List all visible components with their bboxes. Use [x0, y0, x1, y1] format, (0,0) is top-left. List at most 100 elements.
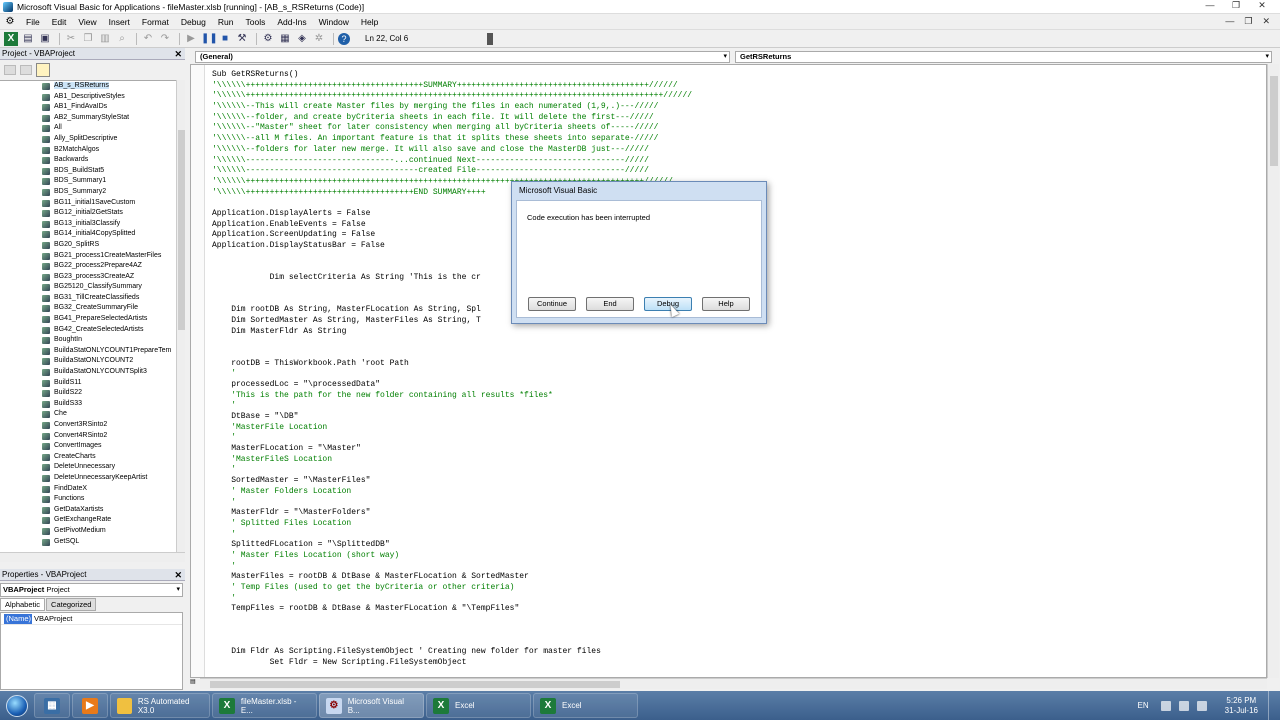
break-icon[interactable]: ❚❚ [201, 32, 218, 46]
property-row[interactable]: (Name) VBAProject [1, 613, 182, 625]
project-explorer-icon[interactable]: ⚙ [261, 32, 275, 46]
show-desktop-button[interactable] [1268, 691, 1280, 720]
code-comment-line[interactable]: '\\\\\\--all M files. An important featu… [212, 134, 692, 145]
menu-help[interactable]: Help [355, 17, 384, 27]
menu-format[interactable]: Format [136, 17, 175, 27]
code-comment-line[interactable]: ' Master Folders Location [212, 487, 692, 498]
project-module-item[interactable]: BuildaStatONLYCOUNT2 [0, 356, 176, 367]
cut-icon[interactable]: ✂ [64, 32, 78, 46]
reset-icon[interactable]: ■ [218, 32, 232, 46]
project-module-item[interactable]: AB1_FindAvaIDs [0, 102, 176, 113]
project-module-item[interactable]: FindDateX [0, 484, 176, 495]
code-line[interactable]: SplittedFLocation = "\SplittedDB" [212, 540, 692, 551]
code-line[interactable]: MasterFLocation = "\Master" [212, 444, 692, 455]
code-line[interactable]: TempFiles = rootDB & DtBase & MasterFLoc… [212, 604, 692, 615]
taskbar-pinned-app[interactable]: ▶ [72, 693, 108, 718]
code-horizontal-scrollbar[interactable] [200, 678, 1267, 689]
code-comment-line[interactable]: ' [212, 594, 692, 605]
continue-button[interactable]: Continue [528, 297, 576, 311]
code-comment-line[interactable]: '\\\\\\+++++++++++++++++++++++++++++++++… [212, 81, 692, 92]
menu-tools[interactable]: Tools [239, 17, 271, 27]
project-module-item[interactable]: BG22_process2Prepare4AZ [0, 261, 176, 272]
code-line[interactable]: Set Fldr = New Scripting.FileSystemObjec… [212, 658, 692, 669]
code-comment-line[interactable]: '\\\\\\--This will create Master files b… [212, 102, 692, 113]
language-indicator[interactable]: EN [1138, 701, 1149, 710]
procedure-combo[interactable]: GetRSReturns ▾ [735, 51, 1272, 63]
tray-arrow-icon[interactable] [1160, 700, 1171, 711]
project-module-item[interactable]: BDS_Summary2 [0, 187, 176, 198]
paste-icon[interactable]: ▥ [98, 32, 112, 46]
undo-icon[interactable]: ↶ [141, 32, 155, 46]
code-line[interactable] [212, 615, 692, 626]
close-icon[interactable]: ✕ [174, 569, 182, 581]
code-comment-line[interactable]: ' Master Files Location (short way) [212, 551, 692, 562]
project-module-item[interactable]: BuildS11 [0, 378, 176, 389]
project-module-item[interactable]: Backwards [0, 155, 176, 166]
project-module-item[interactable]: BG12_initial2GetStats [0, 208, 176, 219]
view-mode-buttons[interactable]: ▤ [190, 678, 200, 689]
project-module-item[interactable]: BG20_SplitRS [0, 240, 176, 251]
project-module-item[interactable]: DeleteUnnecessaryKeepArtist [0, 473, 176, 484]
mdi-close-button[interactable]: ✕ [1262, 16, 1270, 27]
code-line[interactable] [212, 337, 692, 348]
project-module-item[interactable]: BDS_Summary1 [0, 176, 176, 187]
code-comment-line[interactable]: ' Temp Files (used to get the byCriteria… [212, 583, 692, 594]
project-module-item[interactable]: GetPivotMedium [0, 526, 176, 537]
code-line[interactable] [212, 348, 692, 359]
code-line[interactable]: rootDB = ThisWorkbook.Path 'root Path [212, 359, 692, 370]
clock[interactable]: 5:26 PM 31-Jul-16 [1225, 696, 1258, 716]
chevron-down-icon[interactable]: ▾ [176, 584, 180, 596]
mdi-restore-button[interactable]: ❐ [1244, 16, 1252, 27]
project-module-item[interactable]: CreateCharts [0, 452, 176, 463]
volume-icon[interactable] [1196, 700, 1207, 711]
code-comment-line[interactable]: ' [212, 401, 692, 412]
code-line[interactable]: Sub GetRSReturns() [212, 70, 692, 81]
code-line[interactable]: Dim Fldr As Scripting.FileSystemObject '… [212, 647, 692, 658]
project-module-item[interactable]: Che [0, 409, 176, 420]
menu-add-ins[interactable]: Add-Ins [271, 17, 312, 27]
code-comment-line[interactable]: ' [212, 465, 692, 476]
close-icon[interactable]: ✕ [174, 48, 182, 60]
design-mode-icon[interactable]: ⚒ [235, 32, 249, 46]
save-icon[interactable]: ▣ [38, 32, 52, 46]
project-module-item[interactable]: BG11_initial1SaveCustom [0, 198, 176, 209]
project-module-item[interactable]: AB1_DescriptiveStyles [0, 92, 176, 103]
run-icon[interactable]: ▶ [184, 32, 198, 46]
property-value[interactable]: VBAProject [32, 613, 72, 624]
project-module-item[interactable]: BG14_initial4CopySplitted [0, 229, 176, 240]
close-button[interactable]: ✕ [1254, 0, 1270, 11]
code-comment-line[interactable]: 'MasterFileS Location [212, 455, 692, 466]
taskbar-pinned-app[interactable]: ▦ [34, 693, 70, 718]
insert-module-icon[interactable]: ▤ [21, 32, 35, 46]
project-module-item[interactable]: BuildaStatONLYCOUNTSplit3 [0, 367, 176, 378]
project-module-item[interactable]: BDS_BuildStat5 [0, 166, 176, 177]
code-line[interactable]: DtBase = "\DB" [212, 412, 692, 423]
project-module-item[interactable]: All [0, 123, 176, 134]
project-module-item[interactable]: Convert4RSinto2 [0, 431, 176, 442]
taskbar-app[interactable]: ⚙ Microsoft Visual B... [319, 693, 424, 718]
menu-edit[interactable]: Edit [46, 17, 73, 27]
toolbar-grip[interactable] [487, 32, 493, 45]
project-module-item[interactable]: BG41_PrepareSelectedArtists [0, 314, 176, 325]
code-window-icon[interactable]: ⚙ [4, 16, 16, 28]
code-comment-line[interactable]: '\\\\\\--folder, and create byCriteria s… [212, 113, 692, 124]
project-module-item[interactable]: GetDataXartists [0, 505, 176, 516]
menu-file[interactable]: File [20, 17, 46, 27]
project-module-item[interactable]: BuildaStatONLYCOUNT1PrepareTem [0, 346, 176, 357]
excel-view-icon[interactable]: X [4, 31, 18, 46]
code-comment-line[interactable]: ' Splitted Files Location [212, 519, 692, 530]
code-comment-line[interactable]: '\\\\\\-------------------------------..… [212, 156, 692, 167]
project-module-item[interactable]: BG31_TillCreateClassifieds [0, 293, 176, 304]
object-browser-icon[interactable]: ◈ [295, 32, 309, 46]
project-module-item[interactable]: BG13_initial3Classify [0, 219, 176, 230]
project-tree-horizontal-scrollbar[interactable] [0, 552, 185, 562]
code-comment-line[interactable]: ' [212, 498, 692, 509]
chevron-down-icon[interactable]: ▾ [1265, 52, 1269, 62]
code-comment-line[interactable]: 'This is the path for the new folder con… [212, 391, 692, 402]
minimize-button[interactable]: — [1202, 0, 1218, 11]
code-margin-indicator-bar[interactable] [191, 65, 205, 677]
maximize-button[interactable]: ❐ [1228, 0, 1244, 11]
project-module-item[interactable]: BuildS22 [0, 388, 176, 399]
code-line[interactable]: SortedMaster = "\MasterFiles" [212, 476, 692, 487]
help-button[interactable]: Help [702, 297, 750, 311]
